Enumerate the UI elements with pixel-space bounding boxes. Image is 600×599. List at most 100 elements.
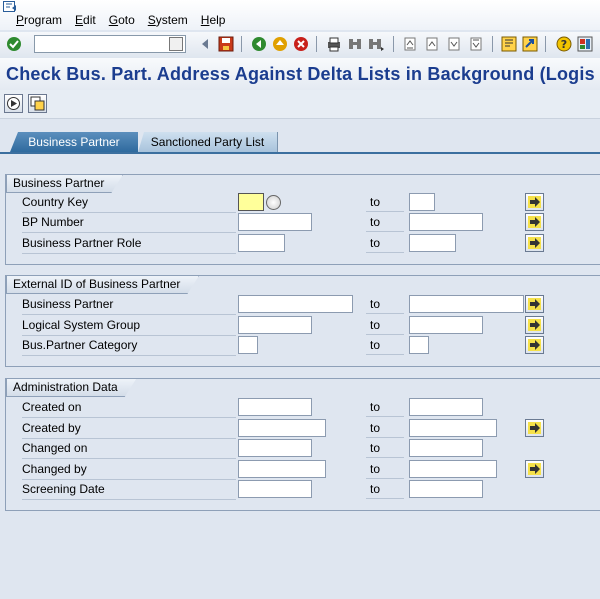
row-bp-category: Bus.Partner Category to (22, 335, 582, 356)
changed-on-to-input[interactable] (409, 439, 483, 457)
created-by-multiple-selection-button[interactable] (525, 419, 544, 437)
arrow-right-icon (528, 216, 541, 228)
changed-by-from-input[interactable] (238, 460, 326, 478)
country-key-to-input[interactable] (409, 193, 435, 211)
find-icon[interactable] (347, 36, 363, 52)
changed-on-from-input[interactable] (238, 439, 312, 457)
standard-toolbar: ? (0, 32, 600, 59)
shortcut-icon[interactable] (522, 36, 538, 52)
row-country-key: Country Key to (22, 192, 582, 213)
bp-category-to-input[interactable] (409, 336, 429, 354)
changed-by-to-input[interactable] (409, 460, 497, 478)
cancel-icon[interactable] (293, 36, 309, 52)
created-by-to-input[interactable] (409, 419, 497, 437)
previous-page-icon[interactable] (424, 36, 440, 52)
changed-by-to-label: to (366, 459, 404, 479)
arrow-right-icon (528, 339, 541, 351)
bp-number-to-input[interactable] (409, 213, 483, 231)
arrow-right-icon (528, 298, 541, 310)
menu-edit[interactable]: Edit (75, 13, 96, 27)
bp-number-from-input[interactable] (238, 213, 312, 231)
row-created-on: Created on to (22, 397, 582, 418)
menu-help[interactable]: Help (201, 13, 226, 27)
logical-system-group-to-input[interactable] (409, 316, 483, 334)
new-session-icon[interactable] (501, 36, 517, 52)
row-changed-on: Changed on to (22, 438, 582, 459)
application-toolbar (0, 90, 600, 119)
logical-system-group-multiple-selection-button[interactable] (525, 316, 544, 334)
created-on-to-label: to (366, 397, 404, 417)
country-key-label: Country Key (22, 192, 236, 213)
logical-system-group-to-label: to (366, 315, 404, 335)
created-on-to-input[interactable] (409, 398, 483, 416)
created-on-from-input[interactable] (238, 398, 312, 416)
changed-by-multiple-selection-button[interactable] (525, 460, 544, 478)
help-icon[interactable]: ? (556, 36, 572, 52)
bp-number-multiple-selection-button[interactable] (525, 213, 544, 231)
print-icon[interactable] (326, 36, 342, 52)
get-variant-button[interactable] (28, 94, 47, 113)
changed-on-to-label: to (366, 438, 404, 458)
enter-icon[interactable] (6, 36, 22, 52)
layout-icon[interactable] (577, 36, 593, 52)
bp-category-multiple-selection-button[interactable] (525, 336, 544, 354)
bp-category-label: Bus.Partner Category (22, 335, 236, 356)
screening-date-to-label: to (366, 479, 404, 499)
group-title-business-partner: Business Partner (6, 174, 123, 193)
row-created-by: Created by to (22, 418, 582, 439)
variant-icon (30, 96, 45, 111)
ext-business-partner-multiple-selection-button[interactable] (525, 295, 544, 313)
execute-button[interactable] (4, 94, 23, 113)
menu-program[interactable]: Program (16, 13, 62, 27)
bp-number-label: BP Number (22, 212, 236, 233)
bp-number-to-label: to (366, 212, 404, 232)
group-business-partner: Business Partner Country Key to BP Numbe… (5, 174, 600, 265)
row-changed-by: Changed by to (22, 459, 582, 480)
exit-icon[interactable] (272, 36, 288, 52)
group-title-external-id: External ID of Business Partner (6, 275, 199, 294)
arrow-right-icon (528, 422, 541, 434)
arrow-right-icon (528, 237, 541, 249)
created-on-label: Created on (22, 397, 236, 418)
menu-goto[interactable]: Goto (109, 13, 135, 27)
find-next-icon[interactable] (368, 36, 384, 52)
screening-date-to-input[interactable] (409, 480, 483, 498)
bp-role-to-label: to (366, 233, 404, 253)
ext-business-partner-to-input[interactable] (409, 295, 524, 313)
bp-category-from-input[interactable] (238, 336, 258, 354)
back-icon[interactable] (197, 36, 213, 52)
value-help-icon[interactable] (266, 195, 281, 210)
bp-role-from-input[interactable] (238, 234, 285, 252)
tab-sanctioned-party-list[interactable]: Sanctioned Party List (138, 132, 278, 152)
created-by-from-input[interactable] (238, 419, 326, 437)
arrow-right-icon (528, 319, 541, 331)
changed-on-label: Changed on (22, 438, 236, 459)
execute-icon (7, 97, 20, 110)
next-page-icon[interactable] (446, 36, 462, 52)
tab-business-partner[interactable]: Business Partner (10, 132, 138, 152)
screening-date-label: Screening Date (22, 479, 236, 500)
first-page-icon[interactable] (402, 36, 418, 52)
back-green-icon[interactable] (251, 36, 267, 52)
ext-business-partner-from-input[interactable] (238, 295, 353, 313)
title-bar: Check Bus. Part. Address Against Delta L… (0, 58, 600, 90)
row-bp-number: BP Number to (22, 212, 582, 233)
group-external-id: External ID of Business Partner Business… (5, 275, 600, 367)
screening-date-from-input[interactable] (238, 480, 312, 498)
created-by-to-label: to (366, 418, 404, 438)
bp-role-multiple-selection-button[interactable] (525, 234, 544, 252)
system-menu-icon[interactable] (3, 1, 17, 13)
country-key-from-input[interactable] (238, 193, 264, 211)
command-field[interactable] (34, 35, 186, 53)
bp-role-label: Business Partner Role (22, 233, 236, 254)
menu-bar: Program Edit Goto System Help (0, 0, 600, 30)
bp-role-to-input[interactable] (409, 234, 456, 252)
row-ext-business-partner: Business Partner to (22, 294, 582, 315)
save-icon[interactable] (218, 36, 234, 52)
last-page-icon[interactable] (468, 36, 484, 52)
tab-content: Business Partner Country Key to BP Numbe… (0, 154, 600, 599)
menu-system[interactable]: System (148, 13, 188, 27)
logical-system-group-from-input[interactable] (238, 316, 312, 334)
country-key-multiple-selection-button[interactable] (525, 193, 544, 211)
command-history-dropdown[interactable] (169, 37, 183, 51)
